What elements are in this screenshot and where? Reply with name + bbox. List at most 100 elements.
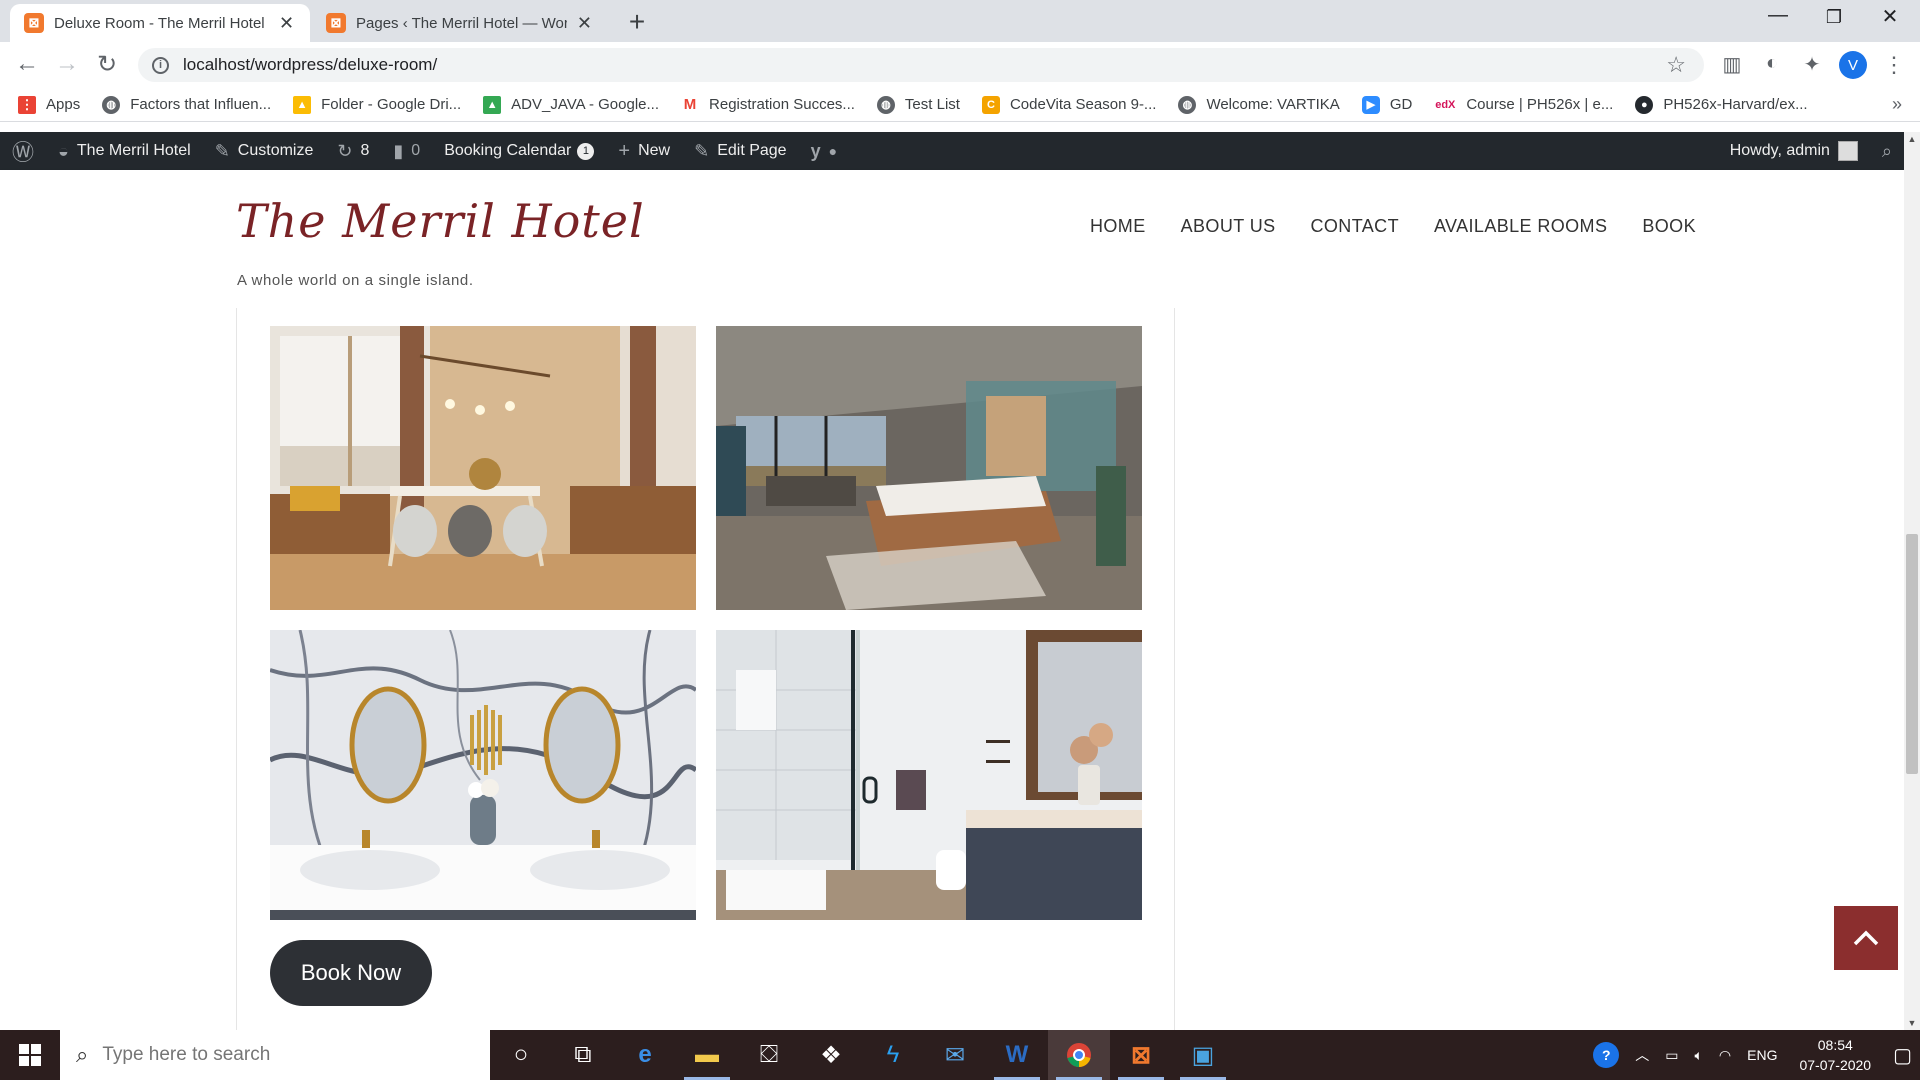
xampp-icon[interactable]: ⊠ <box>1110 1030 1172 1080</box>
chrome-icon[interactable] <box>1048 1030 1110 1080</box>
globe-icon: ◍ <box>876 95 895 114</box>
brush-icon: ✎ <box>214 140 230 161</box>
updates-link[interactable]: ↻ 8 <box>325 132 381 170</box>
start-button[interactable] <box>0 1030 60 1080</box>
dashboard-gauge-icon: ◒ <box>58 140 69 161</box>
close-tab-icon[interactable]: ✕ <box>277 13 296 34</box>
wordpress-logo-button[interactable]: Ⓦ <box>0 132 46 170</box>
back-to-top-button[interactable] <box>1834 906 1898 970</box>
bookmark-github[interactable]: ● PH526x-Harvard/ex... <box>1635 95 1808 114</box>
battery-icon[interactable]: ▭ <box>1665 1047 1678 1064</box>
bookmark-gd[interactable]: ▶ GD <box>1361 95 1412 114</box>
nav-contact[interactable]: CONTACT <box>1311 216 1399 237</box>
language-indicator[interactable]: ENG <box>1747 1047 1777 1063</box>
admin-search-button[interactable]: ⌕ <box>1870 132 1904 170</box>
close-tab-icon[interactable]: ✕ <box>575 13 594 34</box>
bookmark-label: Registration Succes... <box>709 96 855 113</box>
minimize-icon[interactable]: — <box>1758 4 1798 27</box>
bookmark-folder-drive[interactable]: ▲ Folder - Google Dri... <box>293 95 462 114</box>
new-content-link[interactable]: + New <box>606 132 682 170</box>
nav-available-rooms[interactable]: AVAILABLE ROOMS <box>1434 216 1607 237</box>
wifi-icon[interactable]: ◠ <box>1719 1047 1731 1064</box>
search-icon: ⌕ <box>1881 140 1892 161</box>
bookmark-label: Apps <box>46 96 81 113</box>
page-scrollbar[interactable]: ▲ ▼ <box>1904 132 1920 1030</box>
my-account-link[interactable]: Howdy, admin <box>1718 132 1870 170</box>
bookmark-apps[interactable]: ⋮ Apps <box>18 95 81 114</box>
cortana-icon[interactable]: ○ <box>490 1030 552 1080</box>
book-now-button[interactable]: Book Now <box>270 940 432 1006</box>
wordpress-icon: Ⓦ <box>12 140 35 165</box>
nav-about-us[interactable]: ABOUT US <box>1181 216 1276 237</box>
scroll-up-arrow-icon[interactable]: ▲ <box>1904 134 1920 144</box>
yoast-seo-link[interactable]: y ● <box>799 132 849 170</box>
address-bar[interactable]: i ☆ <box>138 48 1704 82</box>
apps-grid-icon: ⋮ <box>18 95 36 114</box>
close-window-icon[interactable]: ✕ <box>1870 4 1910 29</box>
reload-icon[interactable]: ↻ <box>92 50 122 79</box>
bookmark-test-list[interactable]: ◍ Test List <box>876 95 960 114</box>
more-bookmarks-icon[interactable]: » <box>1892 94 1902 115</box>
bookmark-factors[interactable]: ◍ Factors that Influen... <box>102 95 271 114</box>
windows-taskbar: ⌕ ○ ⧉ e ▬ ⛋ ❖ ϟ ✉ W ⊠ ▣ ? ︿ ▭ 🔈︎ ◠ ENG 0… <box>0 1030 1920 1080</box>
bookmark-label: Test List <box>904 96 960 113</box>
site-info-icon[interactable]: i <box>152 56 169 74</box>
customize-link[interactable]: ✎ Customize <box>203 132 326 170</box>
word-icon[interactable]: W <box>986 1030 1048 1080</box>
bedroom-photo[interactable] <box>716 326 1142 610</box>
bookmark-adv-java[interactable]: ▲ ADV_JAVA - Google... <box>483 95 659 114</box>
taskbar-search[interactable]: ⌕ <box>60 1030 490 1080</box>
bookmark-course[interactable]: edX Course | PH526x | e... <box>1434 95 1613 114</box>
clock-date: 07-07-2020 <box>1799 1057 1872 1073</box>
bookmark-registration[interactable]: M Registration Succes... <box>681 95 855 114</box>
photos-icon[interactable]: ▣ <box>1172 1030 1234 1080</box>
tab-deluxe-room[interactable]: ⊠ Deluxe Room - The Merril Hotel ✕ <box>10 4 310 42</box>
main-navigation: HOME ABOUT US CONTACT AVAILABLE ROOMS BO… <box>1090 216 1731 237</box>
bookmark-welcome[interactable]: ◍ Welcome: VARTIKA <box>1178 95 1340 114</box>
new-tab-button[interactable]: + <box>622 6 652 38</box>
taskbar-search-input[interactable] <box>102 1044 403 1066</box>
edit-page-link[interactable]: ✎ Edit Page <box>682 132 798 170</box>
show-hidden-icons-icon[interactable]: ︿ <box>1635 1045 1649 1065</box>
tab-pages[interactable]: ⊠ Pages ‹ The Merril Hotel — WordPress ✕ <box>312 4 608 42</box>
shower-bathroom-photo[interactable] <box>716 630 1142 920</box>
forward-icon[interactable]: → <box>52 50 82 78</box>
gmail-icon: M <box>681 95 700 114</box>
store-icon[interactable]: ⛋ <box>738 1030 800 1080</box>
extension-circle-icon[interactable]: ◐ <box>1758 52 1786 75</box>
notifications-icon[interactable]: ▢ <box>1893 1043 1912 1068</box>
volume-icon[interactable]: 🔈︎ <box>1695 1047 1703 1064</box>
restore-icon[interactable]: ❐ <box>1814 7 1854 28</box>
url-input[interactable] <box>183 55 1483 75</box>
browser-menu-icon[interactable]: ⋮ <box>1880 52 1908 78</box>
nav-book[interactable]: BOOK <box>1642 216 1696 237</box>
comment-icon: ▮ <box>393 140 404 161</box>
back-icon[interactable]: ← <box>12 50 42 78</box>
avatar <box>1837 141 1858 161</box>
scroll-thumb[interactable] <box>1906 534 1918 774</box>
edge-icon[interactable]: e <box>614 1030 676 1080</box>
task-view-icon[interactable]: ⧉ <box>552 1030 614 1080</box>
extension-analytics-icon[interactable]: ▥ <box>1718 52 1746 77</box>
site-title[interactable]: The Merril Hotel <box>236 194 645 248</box>
globe-icon: ◍ <box>102 95 121 114</box>
visual-studio-icon[interactable]: ϟ <box>862 1030 924 1080</box>
help-icon[interactable]: ? <box>1593 1042 1620 1068</box>
site-name-link[interactable]: ◒ The Merril Hotel <box>46 132 203 170</box>
bookmark-star-icon[interactable]: ☆ <box>1666 52 1686 78</box>
marble-bathroom-photo[interactable] <box>270 630 696 920</box>
bookmark-label: Folder - Google Dri... <box>321 96 462 113</box>
dropbox-icon[interactable]: ❖ <box>800 1030 862 1080</box>
comments-link[interactable]: ▮ 0 <box>381 132 432 170</box>
bookmark-codevita[interactable]: C CodeVita Season 9-... <box>981 95 1156 114</box>
booking-calendar-link[interactable]: Booking Calendar 1 <box>432 132 606 170</box>
nav-home[interactable]: HOME <box>1090 216 1146 237</box>
scroll-down-arrow-icon[interactable]: ▼ <box>1904 1018 1920 1028</box>
taskbar-clock[interactable]: 08:54 07-07-2020 <box>1799 1035 1871 1075</box>
extensions-puzzle-icon[interactable]: ✦ <box>1798 52 1826 77</box>
dining-room-photo[interactable] <box>270 326 696 610</box>
page-content: Book Now <box>0 308 1904 1030</box>
profile-avatar[interactable]: V <box>1839 51 1867 79</box>
mail-icon[interactable]: ✉ <box>924 1030 986 1080</box>
file-explorer-icon[interactable]: ▬ <box>676 1030 738 1080</box>
